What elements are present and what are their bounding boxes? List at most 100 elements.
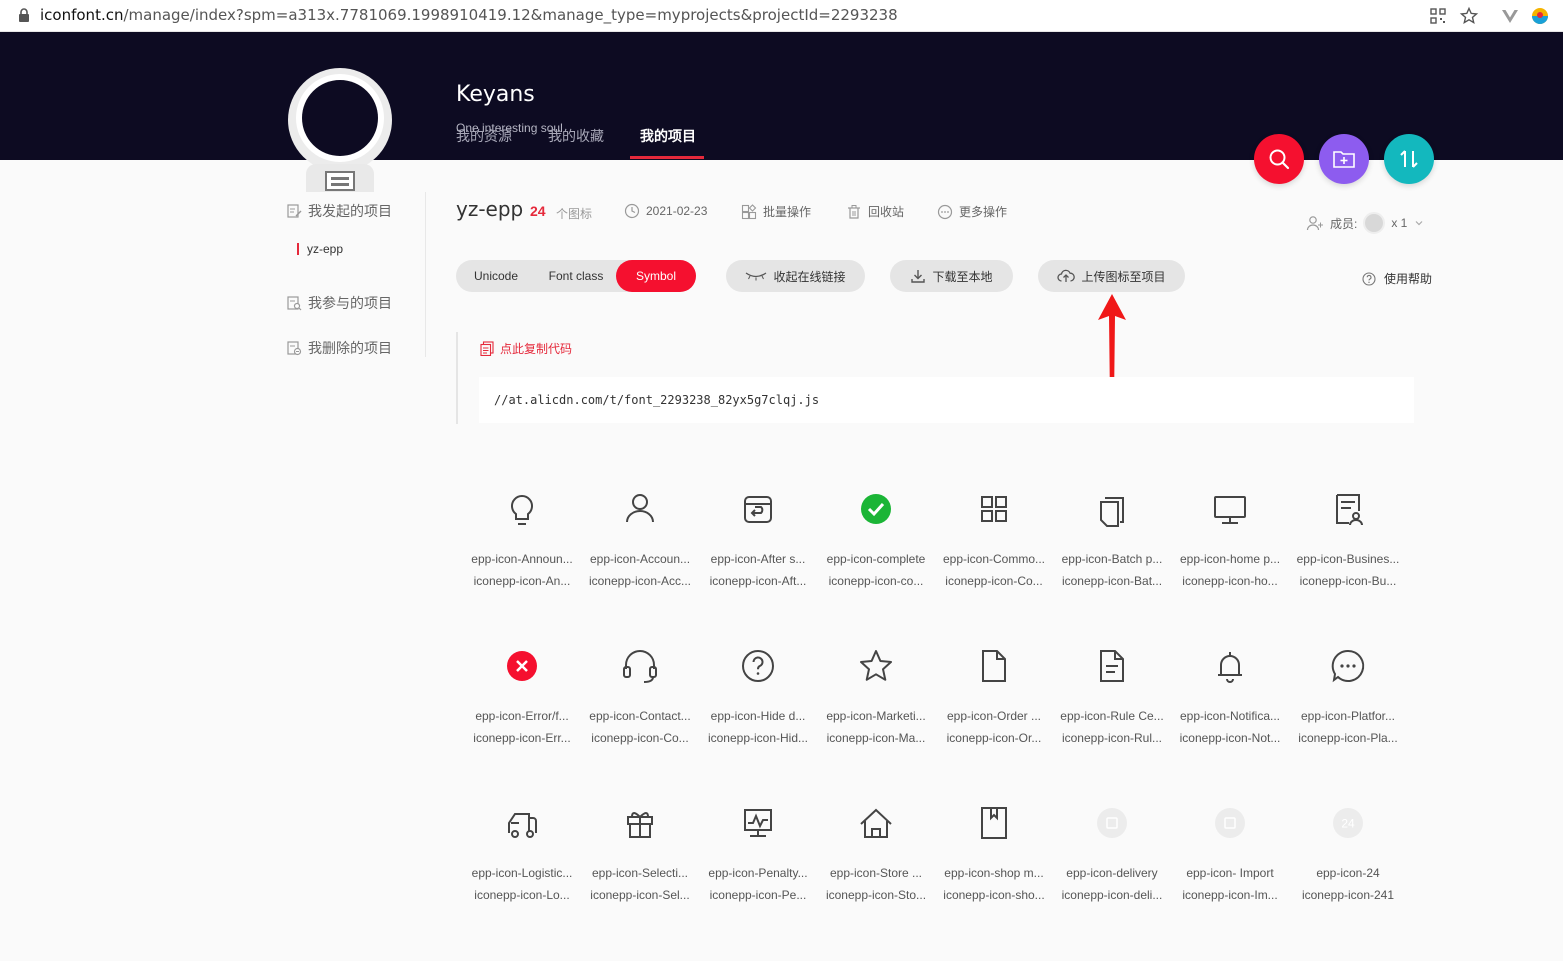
tab-unicode[interactable]: Unicode: [456, 260, 536, 292]
search-button[interactable]: [1254, 134, 1304, 184]
bookmark-star-icon[interactable]: [1459, 6, 1479, 26]
address-bar[interactable]: iconfont.cn/manage/index?spm=a313x.77810…: [0, 0, 1563, 32]
sidebar-item-deleted[interactable]: 我删除的项目: [286, 338, 392, 358]
batch-grid-icon: [741, 203, 757, 219]
qr-code-icon[interactable]: [1428, 6, 1448, 26]
check-circle-icon: [851, 484, 901, 534]
trash-icon: [848, 204, 860, 219]
icon-card[interactable]: epp-icon-Hide d... iconepp-icon-Hid...: [699, 641, 817, 771]
help-circle-icon: [1362, 271, 1376, 286]
icon-class-code: iconepp-icon-Err...: [473, 731, 571, 745]
grid-icon: [969, 484, 1019, 534]
extension-icon[interactable]: [1530, 6, 1550, 26]
icon-card[interactable]: epp-icon-Contact... iconepp-icon-Co...: [581, 641, 699, 771]
monitor-icon: [1205, 484, 1255, 534]
icon-card[interactable]: epp-icon-Penalty... iconepp-icon-Pe...: [699, 798, 817, 928]
icon-card[interactable]: epp-icon-complete iconepp-icon-co...: [817, 484, 935, 614]
members-dropdown[interactable]: 成员: x 1: [1306, 212, 1425, 234]
batch-operation-button[interactable]: 批量操作: [741, 203, 811, 220]
icon-name: epp-icon-Accoun...: [589, 552, 691, 566]
icon-card[interactable]: epp-icon-Announ... iconepp-icon-An...: [463, 484, 581, 614]
copy-icon: [1087, 484, 1137, 534]
nav-my-resources[interactable]: 我的资源: [456, 126, 512, 146]
icon-class-code: iconepp-icon-co...: [828, 574, 924, 588]
tab-symbol[interactable]: Symbol: [616, 260, 696, 292]
clock-icon: [624, 203, 640, 219]
upload-icons-button[interactable]: 上传图标至项目: [1038, 260, 1185, 292]
icon-card[interactable]: epp-icon-Logistic... iconepp-icon-Lo...: [463, 798, 581, 928]
chevron-down-icon: [1415, 221, 1423, 226]
sort-button[interactable]: [1384, 134, 1434, 184]
icon-class-code: iconepp-icon-Pe...: [709, 888, 807, 902]
avatar[interactable]: [282, 68, 398, 192]
icon-class-code: iconepp-icon-241: [1301, 888, 1395, 902]
icon-card[interactable]: epp-icon-Error/f... iconepp-icon-Err...: [463, 641, 581, 771]
file-icon: [969, 641, 1019, 691]
icon-name: epp-icon-Store ...: [829, 866, 923, 880]
icon-card[interactable]: epp-icon-Store ... iconepp-icon-Sto...: [817, 798, 935, 928]
file-text-icon: [1087, 641, 1137, 691]
icon-card[interactable]: epp-icon-Platfor... iconepp-icon-Pla...: [1289, 641, 1407, 771]
sidebar-item-yz-epp[interactable]: yz-epp: [297, 242, 343, 256]
icon-name: epp-icon- Import: [1186, 866, 1274, 880]
sidebar-item-initiated[interactable]: 我发起的项目: [286, 201, 392, 221]
doc-delete-icon: [287, 341, 302, 356]
closed-eye-icon: [746, 272, 767, 281]
icon-class-code: iconepp-icon-Hid...: [707, 731, 809, 745]
members-icon: [1306, 216, 1323, 231]
star-icon: [851, 641, 901, 691]
icon-card[interactable]: epp-icon-Notifica... iconepp-icon-Not...: [1171, 641, 1289, 771]
icon-card[interactable]: epp-icon-Rule Ce... iconepp-icon-Rul...: [1053, 641, 1171, 771]
project-title: yz-epp: [456, 197, 524, 221]
icon-class-code: iconepp-icon-ho...: [1182, 574, 1278, 588]
sidebar-divider: [425, 192, 426, 357]
font-link-code[interactable]: //at.alicdn.com/t/font_2293238_82yx5g7cl…: [479, 377, 1414, 423]
icon-card[interactable]: epp-icon-Order ... iconepp-icon-Or...: [935, 641, 1053, 771]
user-icon: [615, 484, 665, 534]
icon-card[interactable]: epp-icon- Import iconepp-icon-Im...: [1171, 798, 1289, 928]
search-icon: [1269, 149, 1290, 170]
icon-card[interactable]: epp-icon-Marketi... iconepp-icon-Ma...: [817, 641, 935, 771]
collapse-link-button[interactable]: 收起在线链接: [726, 260, 865, 292]
recycle-bin-button[interactable]: 回收站: [846, 203, 904, 220]
nav-my-favorites[interactable]: 我的收藏: [548, 126, 604, 146]
download-icon: [911, 270, 926, 283]
tab-font-class[interactable]: Font class: [536, 260, 616, 292]
sidebar-item-participated[interactable]: 我参与的项目: [286, 293, 392, 313]
copy-code-link[interactable]: 点此复制代码: [480, 340, 572, 357]
icon-card[interactable]: epp-icon-Commo... iconepp-icon-Co...: [935, 484, 1053, 614]
icon-card[interactable]: epp-icon-Busines... iconepp-icon-Bu...: [1289, 484, 1407, 614]
date-text: 2021-02-23: [646, 204, 708, 218]
icon-name: epp-icon-Logistic...: [471, 866, 573, 880]
icon-name: epp-icon-After s...: [710, 552, 806, 566]
icon-count-unit: 个图标: [556, 207, 593, 221]
placeholder-icon: [1087, 798, 1137, 848]
icon-name: epp-icon-Platfor...: [1300, 709, 1396, 723]
more-actions-button[interactable]: 更多操作: [937, 203, 1007, 220]
icon-card[interactable]: epp-icon-delivery iconepp-icon-deli...: [1053, 798, 1171, 928]
icon-card[interactable]: epp-icon-shop m... iconepp-icon-sho...: [935, 798, 1053, 928]
format-tabs: Unicode Font class Symbol: [456, 260, 696, 292]
placeholder-24-icon: 24: [1323, 798, 1373, 848]
icon-card[interactable]: 24 epp-icon-24 iconepp-icon-241: [1289, 798, 1407, 928]
new-project-button[interactable]: [1319, 134, 1369, 184]
lock-icon: [19, 8, 29, 22]
icon-card[interactable]: epp-icon-Batch p... iconepp-icon-Bat...: [1053, 484, 1171, 614]
icon-card[interactable]: epp-icon-Selecti... iconepp-icon-Sel...: [581, 798, 699, 928]
sidebar-label-project: yz-epp: [307, 242, 344, 256]
doc-search-icon: [287, 296, 302, 311]
icon-class-code: iconepp-icon-Sel...: [590, 888, 690, 902]
icon-card[interactable]: epp-icon-home p... iconepp-icon-ho...: [1171, 484, 1289, 614]
error-icon: [497, 641, 547, 691]
vue-devtools-icon[interactable]: [1500, 6, 1520, 26]
url-text[interactable]: iconfont.cn/manage/index?spm=a313x.77810…: [40, 6, 898, 24]
icon-class-code: iconepp-icon-Ma...: [826, 731, 926, 745]
download-button[interactable]: 下载至本地: [890, 260, 1013, 292]
cloud-upload-icon: [1057, 269, 1076, 282]
nav-my-projects[interactable]: 我的项目: [640, 126, 696, 146]
help-link[interactable]: 使用帮助: [1362, 270, 1432, 287]
icon-name: epp-icon-Notifica...: [1179, 709, 1281, 723]
icon-card[interactable]: epp-icon-After s... iconepp-icon-Aft...: [699, 484, 817, 614]
more-label: 更多操作: [959, 205, 1008, 219]
icon-card[interactable]: epp-icon-Accoun... iconepp-icon-Acc...: [581, 484, 699, 614]
